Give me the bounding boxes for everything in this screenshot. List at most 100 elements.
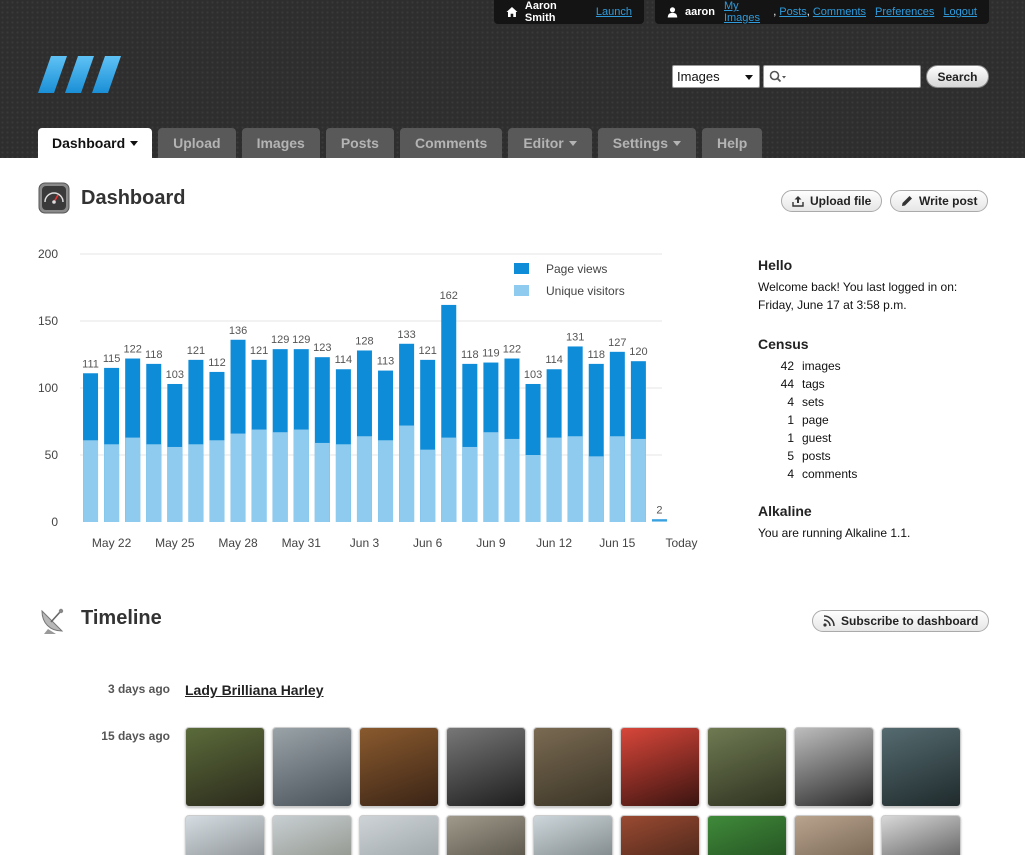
subscribe-dashboard-button[interactable]: Subscribe to dashboard	[812, 610, 990, 632]
image-thumbnail[interactable]	[272, 815, 352, 855]
image-thumbnail[interactable]	[794, 815, 874, 855]
tab-images[interactable]: Images	[241, 128, 320, 158]
image-thumbnail[interactable]	[359, 727, 439, 807]
image-thumbnail[interactable]	[446, 815, 526, 855]
x-tick-label: Jun 12	[536, 536, 572, 550]
tab-upload[interactable]: Upload	[158, 128, 236, 158]
census-list: 42 images 44 tags 4 sets 1 page 1 guest 5 post…	[758, 357, 998, 483]
x-tick-label: May 25	[155, 536, 195, 550]
census-label: posts	[802, 449, 831, 463]
data-label: 103	[524, 369, 542, 381]
separator: ,	[806, 6, 810, 18]
tab-dashboard[interactable]: Dashboard	[38, 128, 153, 158]
data-label: 133	[397, 329, 415, 341]
tab-help[interactable]: Help	[702, 128, 763, 158]
bar-unique-visitors	[209, 440, 225, 522]
image-thumbnail[interactable]	[707, 727, 787, 807]
comments-link[interactable]: Comments	[813, 6, 866, 18]
chevron-down-icon	[745, 75, 753, 80]
census-item[interactable]: 4 sets	[758, 393, 998, 411]
bar-unique-visitors	[630, 438, 646, 522]
search-input[interactable]	[788, 66, 918, 85]
write-post-button[interactable]: Write post	[890, 190, 989, 212]
x-tick-label: Jun 15	[599, 536, 635, 550]
image-thumbnail[interactable]	[707, 815, 787, 855]
data-label: 2	[656, 504, 662, 516]
tab-label: Help	[717, 135, 748, 151]
data-label: 111	[82, 358, 99, 370]
data-label: 118	[587, 349, 605, 361]
timeline-post-link[interactable]: Lady Brilliana Harley	[185, 682, 324, 698]
image-thumbnail[interactable]	[881, 815, 961, 855]
census-item[interactable]: 42 images	[758, 357, 998, 375]
preferences-link[interactable]: Preferences	[875, 6, 934, 18]
census-item[interactable]: 4 comments	[758, 465, 998, 483]
census-label: page	[802, 413, 829, 427]
timeline-title: Timeline	[81, 607, 162, 629]
bar-unique-visitors	[83, 440, 99, 522]
y-tick-label: 200	[38, 247, 58, 261]
search-button[interactable]: Search	[926, 65, 989, 88]
bar-unique-visitors	[609, 436, 625, 522]
upload-icon	[792, 196, 804, 207]
tab-settings[interactable]: Settings	[597, 128, 696, 158]
image-thumbnail[interactable]	[359, 815, 439, 855]
tab-label: Dashboard	[52, 135, 126, 151]
image-thumbnail[interactable]	[272, 727, 352, 807]
chart-legend: Page views Unique visitors	[514, 262, 625, 298]
image-thumbnail[interactable]	[533, 727, 613, 807]
image-thumbnail[interactable]	[620, 727, 700, 807]
my-images-link[interactable]: My Images	[724, 0, 773, 24]
tab-label: Editor	[523, 135, 564, 151]
image-thumbnail[interactable]	[185, 815, 265, 855]
legend-swatch-page-views	[514, 263, 529, 274]
census-item[interactable]: 1 page	[758, 411, 998, 429]
image-thumbnail[interactable]	[794, 727, 874, 807]
y-tick-label: 50	[45, 448, 59, 462]
separator: ,	[773, 6, 777, 18]
tab-label: Images	[256, 135, 305, 151]
account-username: aaron	[684, 6, 715, 18]
tab-editor[interactable]: Editor	[508, 128, 592, 158]
data-label: 113	[377, 356, 395, 368]
image-thumbnail[interactable]	[446, 727, 526, 807]
satellite-dish-icon	[41, 608, 64, 634]
census-count: 1	[787, 431, 794, 445]
x-tick-label: Jun 3	[350, 536, 380, 550]
sidebar: Hello Welcome back! You last logged in o…	[758, 257, 998, 542]
x-tick-label: Today	[665, 536, 697, 550]
hello-title: Hello	[758, 257, 793, 273]
bar-unique-visitors	[378, 440, 394, 522]
bar-unique-visitors	[399, 425, 415, 522]
search-scope-value: Images	[677, 69, 720, 84]
image-thumbnail[interactable]	[533, 815, 613, 855]
data-label: 136	[229, 325, 247, 337]
rss-icon	[823, 615, 835, 627]
tab-posts[interactable]: Posts	[325, 128, 394, 158]
alkaline-logo[interactable]	[38, 55, 122, 95]
upload-file-button[interactable]: Upload file	[781, 190, 883, 212]
tab-comments[interactable]: Comments	[399, 128, 503, 158]
launch-link[interactable]: Launch	[596, 6, 632, 18]
search-scope-select[interactable]: Images	[672, 65, 760, 88]
bar-unique-visitors	[651, 520, 667, 522]
image-thumbnail[interactable]	[881, 727, 961, 807]
census-item[interactable]: 44 tags	[758, 375, 998, 393]
posts-link[interactable]: Posts	[779, 6, 807, 18]
tab-label: Comments	[414, 135, 488, 151]
image-thumbnail[interactable]	[185, 727, 265, 807]
timeline-date: 15 days ago	[101, 729, 170, 743]
census-item[interactable]: 1 guest	[758, 429, 998, 447]
logout-link[interactable]: Logout	[943, 6, 977, 18]
bar-unique-visitors	[441, 437, 457, 522]
dashboard-gauge-icon	[38, 182, 70, 214]
bar-unique-visitors	[272, 432, 288, 522]
x-tick-label: Jun 6	[413, 536, 443, 550]
search-field[interactable]	[763, 65, 921, 88]
page-title: Dashboard	[81, 187, 186, 209]
census-item[interactable]: 5 posts	[758, 447, 998, 465]
image-thumbnail[interactable]	[620, 815, 700, 855]
bar-unique-visitors	[546, 437, 562, 522]
census-count: 4	[787, 395, 794, 409]
census-count: 5	[787, 449, 794, 463]
